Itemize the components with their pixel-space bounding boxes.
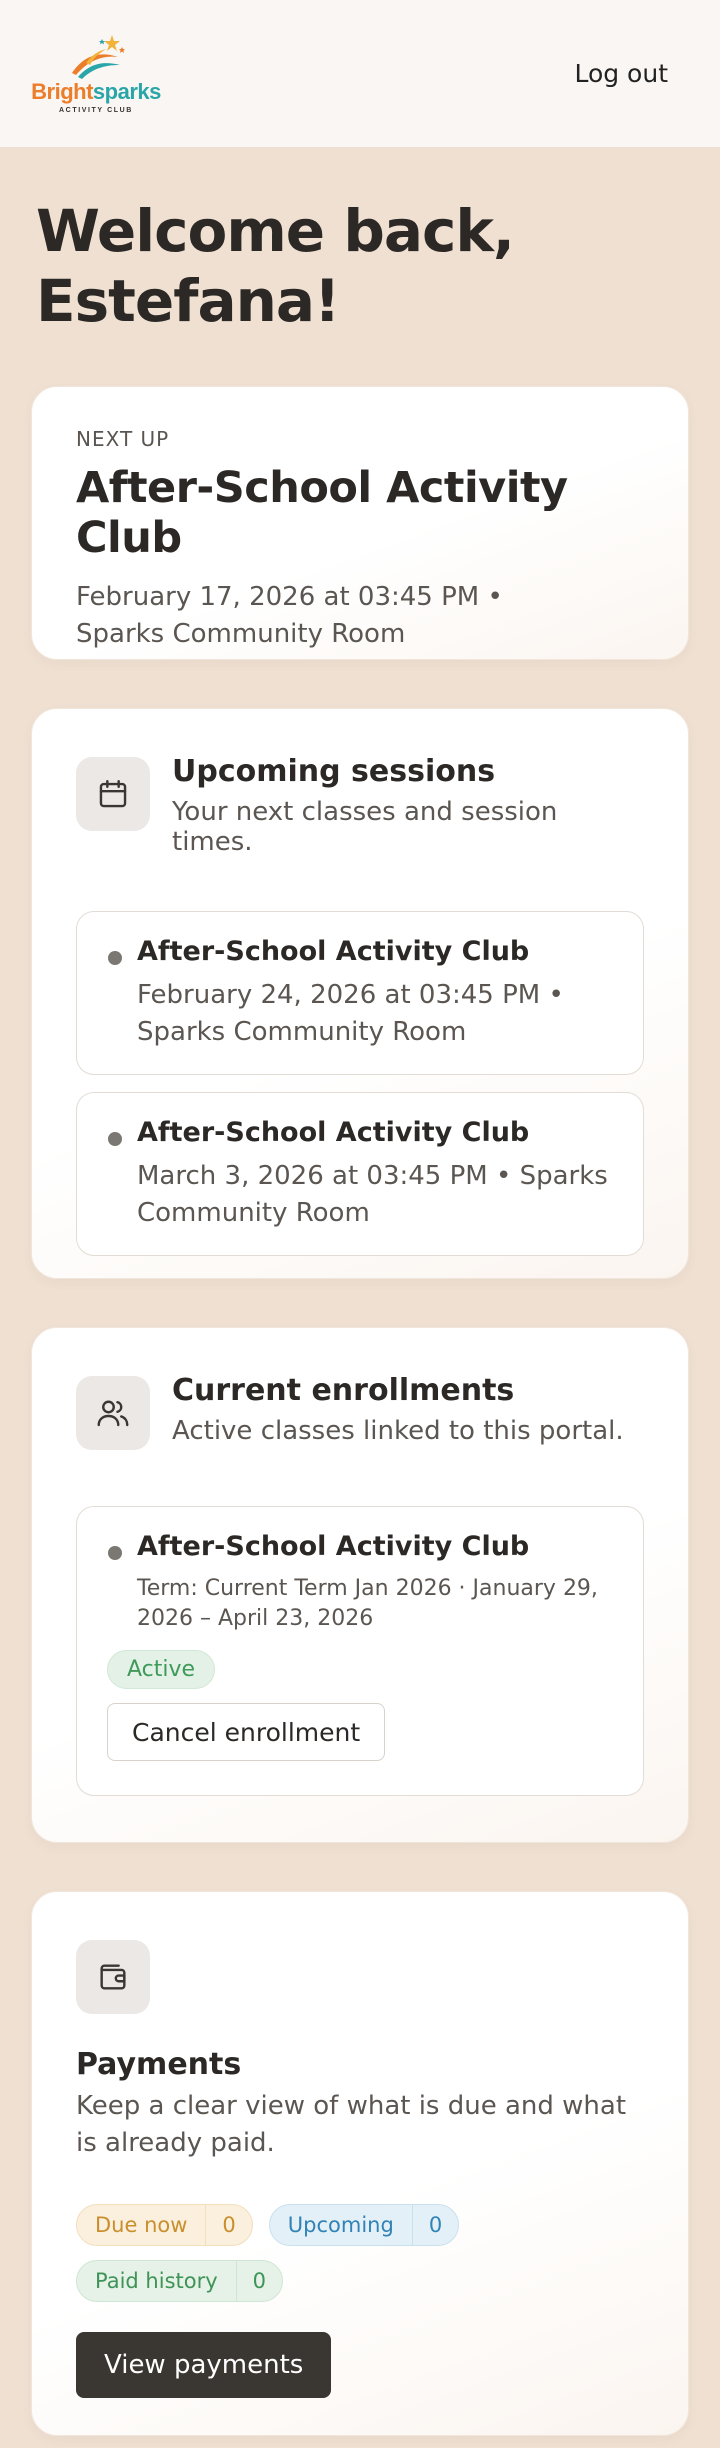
sessions-subtitle: Your next classes and session times. [172, 797, 558, 857]
bullet-dot [108, 1546, 122, 1560]
enrollment-title: After-School Activity Club [137, 1531, 530, 1562]
welcome-line-1: Welcome back, [36, 197, 515, 265]
next-up-meta: February 17, 2026 at 03:45 PM • Sparks C… [76, 582, 503, 649]
logo-tagline: ACTIVITY CLUB [59, 107, 133, 114]
logout-button[interactable]: Log out [574, 59, 668, 88]
payment-summary-pills: Due now 0 Upcoming 0 Paid history 0 [76, 2204, 596, 2302]
logo-wordmark: Brightsparks [31, 79, 161, 104]
enrollment-term: Term: Current Term Jan 2026 · January 29… [137, 1576, 598, 1631]
session-meta: March 3, 2026 at 03:45 PM • Sparks Commu… [137, 1161, 608, 1228]
upcoming-pill[interactable]: Upcoming 0 [268, 2204, 460, 2246]
session-item[interactable]: After-School Activity Club March 3, 2026… [76, 1092, 644, 1256]
due-now-count: 0 [205, 2205, 251, 2245]
upcoming-label: Upcoming [287, 2213, 394, 2237]
session-title: After-School Activity Club [137, 936, 530, 967]
paid-history-label: Paid history [95, 2269, 218, 2293]
paid-history-pill[interactable]: Paid history 0 [76, 2260, 284, 2302]
next-up-eyebrow: NEXT UP [76, 427, 170, 451]
due-now-label: Due now [95, 2213, 188, 2237]
session-item[interactable]: After-School Activity Club February 24, … [76, 911, 644, 1075]
session-title: After-School Activity Club [137, 1117, 530, 1148]
sessions-title: Upcoming sessions [172, 754, 496, 789]
sessions-header: Upcoming sessions Your next classes and … [76, 754, 644, 857]
next-up-card: NEXT UP After-School Activity Club Febru… [31, 386, 689, 660]
session-meta: February 24, 2026 at 03:45 PM • Sparks C… [137, 980, 564, 1047]
enrollments-header: Current enrollments Active classes linke… [76, 1373, 644, 1450]
next-up-title: After-School Activity Club [76, 463, 568, 563]
bullet-dot [108, 951, 122, 965]
upcoming-sessions-card: Upcoming sessions Your next classes and … [31, 708, 689, 1279]
calendar-icon [76, 757, 150, 831]
wallet-icon [76, 1940, 150, 2014]
upcoming-count: 0 [411, 2205, 458, 2245]
view-payments-button[interactable]: View payments [76, 2332, 332, 2398]
welcome-name: Estefana! [36, 267, 340, 335]
status-badge: Active [107, 1650, 216, 1689]
payments-card: Payments Keep a clear view of what is du… [31, 1891, 689, 2436]
logo-swoosh-icon [72, 35, 125, 79]
bullet-dot [108, 1132, 122, 1146]
payments-subtitle: Keep a clear view of what is due and wha… [76, 2091, 627, 2158]
app-header: Brightsparks ACTIVITY CLUB Log out [0, 0, 720, 148]
current-enrollments-card: Current enrollments Active classes linke… [31, 1327, 689, 1843]
enrollment-item: After-School Activity Club Term: Current… [76, 1506, 644, 1796]
paid-history-count: 0 [235, 2261, 282, 2301]
brightsparks-logo[interactable]: Brightsparks ACTIVITY CLUB [28, 33, 164, 114]
welcome-heading: Welcome back, Estefana! [36, 196, 720, 336]
cancel-enrollment-button[interactable]: Cancel enrollment [107, 1703, 386, 1761]
payments-title: Payments [76, 2047, 242, 2082]
enrollments-subtitle: Active classes linked to this portal. [172, 1416, 624, 1446]
due-now-pill[interactable]: Due now 0 [76, 2204, 253, 2246]
users-icon [76, 1376, 150, 1450]
enrollments-title: Current enrollments [172, 1373, 515, 1408]
